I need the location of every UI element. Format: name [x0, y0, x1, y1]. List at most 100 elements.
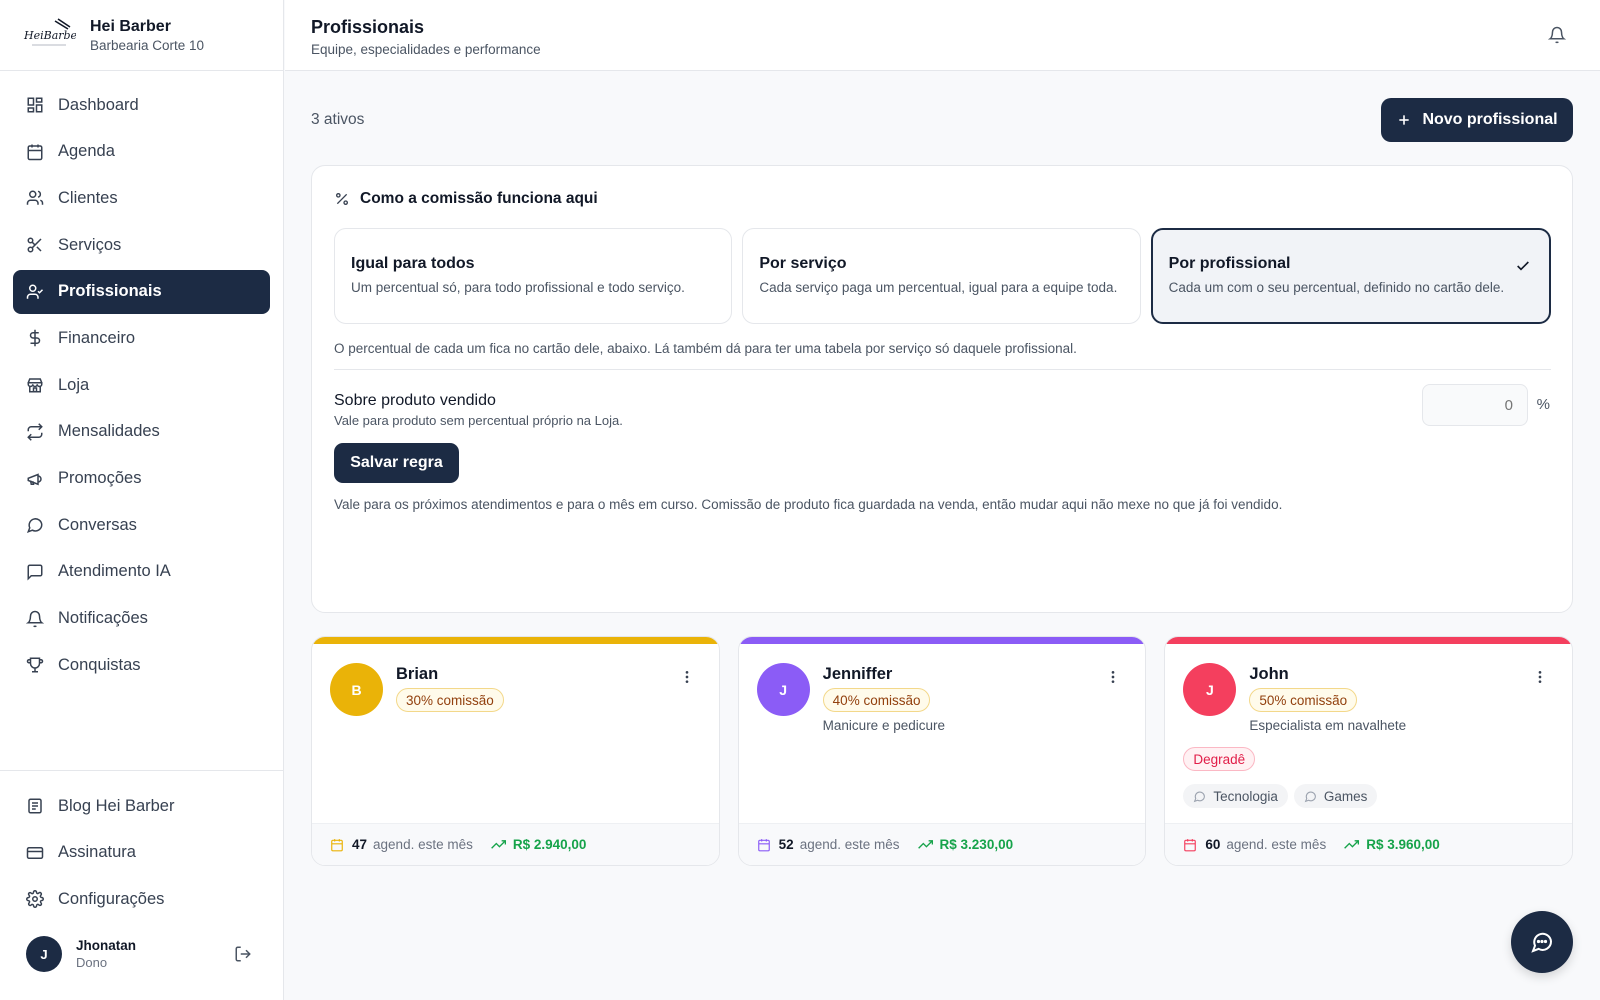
appointments-count: 47 — [352, 837, 368, 852]
product-percent-input[interactable] — [1422, 384, 1528, 426]
product-commission-title: Sobre produto vendido — [334, 392, 496, 409]
appointments-label: agend. este mês — [799, 837, 900, 852]
commission-badge: 40% comissão — [822, 688, 931, 712]
sidebar-item-label: Financeiro — [58, 328, 136, 347]
new-professional-button[interactable]: Novo profissional — [1381, 98, 1573, 142]
specialty-badge: Degradê — [1183, 747, 1256, 771]
avatar: J — [756, 663, 810, 716]
page-subtitle: Equipe, especialidades e performance — [311, 42, 541, 57]
sidebar-item-label: Loja — [58, 375, 90, 394]
sidebar-item-profissionais[interactable]: Profissionais — [13, 269, 270, 314]
sidebar-item-label: Dashboard — [58, 95, 139, 114]
brand[interactable]: HeiBarber Hei Barber Barbearia Corte 10 — [0, 0, 283, 71]
sidebar-bottom: Blog Hei Barber Assinatura Configurações — [0, 770, 284, 924]
logout-icon[interactable] — [234, 945, 252, 963]
commission-badge: 50% comissão — [1249, 688, 1358, 712]
megaphone-icon — [27, 472, 42, 485]
sidebar-item-label: Blog Hei Barber — [58, 796, 175, 815]
brand-name: Hei Barber — [90, 17, 171, 35]
percent-icon — [336, 193, 348, 205]
store-icon — [27, 378, 43, 393]
option-per-service[interactable]: Por serviço Cada serviço paga um percent… — [742, 228, 1141, 324]
notifications-bell-icon[interactable] — [1548, 26, 1566, 44]
message-square-icon — [27, 564, 43, 581]
calendar-icon — [27, 144, 43, 160]
interest-tag: Games — [1293, 784, 1378, 808]
sidebar-item-label: Atendimento IA — [58, 562, 171, 581]
professionals-list: B Brian 30% comissão 47 agend. este mês … — [311, 636, 1574, 866]
message-circle-icon — [26, 518, 43, 534]
option-title: Por serviço — [759, 255, 847, 272]
revenue-value: R$ 3.960,00 — [1366, 837, 1440, 852]
option-per-professional[interactable]: Por profissional Cada um com o seu perce… — [1150, 228, 1551, 324]
professional-card-john[interactable]: J John 50% comissão Especialista em nava… — [1164, 636, 1574, 866]
sidebar-item-mensalidades[interactable]: Mensalidades — [13, 410, 270, 454]
card-color-bar — [738, 637, 1146, 644]
option-title: Por profissional — [1168, 255, 1291, 272]
scissors-icon — [27, 237, 42, 253]
main-content: 3 ativos Novo profissional Como a comiss… — [285, 71, 1600, 1000]
card-stats: 47 agend. este mês R$ 2.940,00 — [312, 823, 719, 865]
page-header: Profissionais Equipe, especialidades e p… — [285, 0, 1600, 71]
product-commission-subtitle: Vale para produto sem percentual próprio… — [334, 413, 623, 428]
sidebar-item-notificacoes[interactable]: Notificações — [13, 597, 270, 641]
sidebar-item-label: Promoções — [58, 469, 142, 487]
percent-unit: % — [1536, 396, 1550, 413]
commission-title: Como a comissão funciona aqui — [360, 190, 598, 207]
more-vertical-icon[interactable] — [1105, 668, 1121, 686]
grid-icon — [27, 97, 43, 113]
more-vertical-icon[interactable] — [679, 668, 695, 686]
divider — [334, 369, 1551, 370]
brand-logo: HeiBarber — [23, 18, 76, 46]
trophy-icon — [26, 657, 44, 673]
avatar: B — [330, 663, 383, 716]
professional-name: Brian — [396, 665, 439, 683]
sidebar-item-financeiro[interactable]: Financeiro — [13, 316, 270, 360]
chat-button[interactable] — [1511, 911, 1573, 973]
trending-up-icon — [1344, 840, 1360, 849]
more-vertical-icon[interactable] — [1532, 668, 1548, 686]
sidebar-item-loja[interactable]: Loja — [13, 363, 270, 407]
sidebar-item-label: Profissionais — [58, 282, 162, 301]
check-icon — [1517, 261, 1529, 271]
sidebar-item-configuracoes[interactable]: Configurações — [13, 877, 271, 921]
sidebar-item-blog[interactable]: Blog Hei Barber — [13, 784, 271, 828]
sidebar-item-label: Agenda — [58, 142, 115, 161]
commission-note: O percentual de cada um fica no cartão d… — [334, 341, 1077, 356]
brand-subtitle: Barbearia Corte 10 — [90, 37, 205, 53]
sidebar-item-promocoes[interactable]: Promoções — [13, 457, 270, 501]
option-equal-for-all[interactable]: Igual para todos Um percentual só, para … — [334, 228, 733, 324]
sidebar-item-conquistas[interactable]: Conquistas — [13, 643, 270, 687]
speech-bubble-icon — [1194, 791, 1206, 802]
sidebar-item-label: Serviços — [58, 235, 122, 254]
chat-icon — [1531, 932, 1553, 953]
sidebar-item-label: Mensalidades — [58, 422, 160, 441]
sidebar-item-agenda[interactable]: Agenda — [13, 130, 270, 174]
professional-card-brian[interactable]: B Brian 30% comissão 47 agend. este mês … — [311, 636, 720, 866]
interest-tags: Tecnologia Games — [1183, 784, 1378, 808]
sidebar-item-label: Conquistas — [58, 655, 141, 674]
active-count: 3 ativos — [311, 111, 365, 128]
sidebar-item-assinatura[interactable]: Assinatura — [13, 831, 271, 875]
appointments-label: agend. este mês — [373, 837, 473, 852]
save-rule-button[interactable]: Salvar regra — [334, 443, 459, 483]
sidebar-nav: Dashboard Agenda Clientes Serviços Profi… — [0, 83, 283, 687]
calendar-icon — [757, 838, 770, 851]
page-title: Profissionais — [311, 17, 425, 37]
save-note: Vale para os próximos atendimentos e par… — [334, 497, 1283, 512]
interest-tag: Tecnologia — [1183, 784, 1288, 808]
calendar-icon — [1184, 838, 1197, 851]
interest-tag-label: Tecnologia — [1213, 788, 1278, 804]
avatar: J — [26, 936, 62, 972]
appointments-count: 60 — [1205, 837, 1221, 852]
sidebar-item-label: Clientes — [58, 188, 118, 207]
sidebar-item-conversas[interactable]: Conversas — [13, 503, 270, 547]
sidebar-item-clientes[interactable]: Clientes — [13, 176, 270, 220]
option-description: Um percentual só, para todo profissional… — [351, 280, 685, 295]
sidebar-item-atendimento-ia[interactable]: Atendimento IA — [13, 550, 270, 594]
professional-card-jenniffer[interactable]: J Jenniffer 40% comissão Manicure e pedi… — [737, 636, 1147, 866]
user-profile: J Jhonatan Dono — [26, 934, 266, 974]
sidebar-item-dashboard[interactable]: Dashboard — [13, 83, 270, 127]
card-color-bar — [312, 637, 719, 644]
sidebar-item-servicos[interactable]: Serviços — [13, 223, 270, 267]
